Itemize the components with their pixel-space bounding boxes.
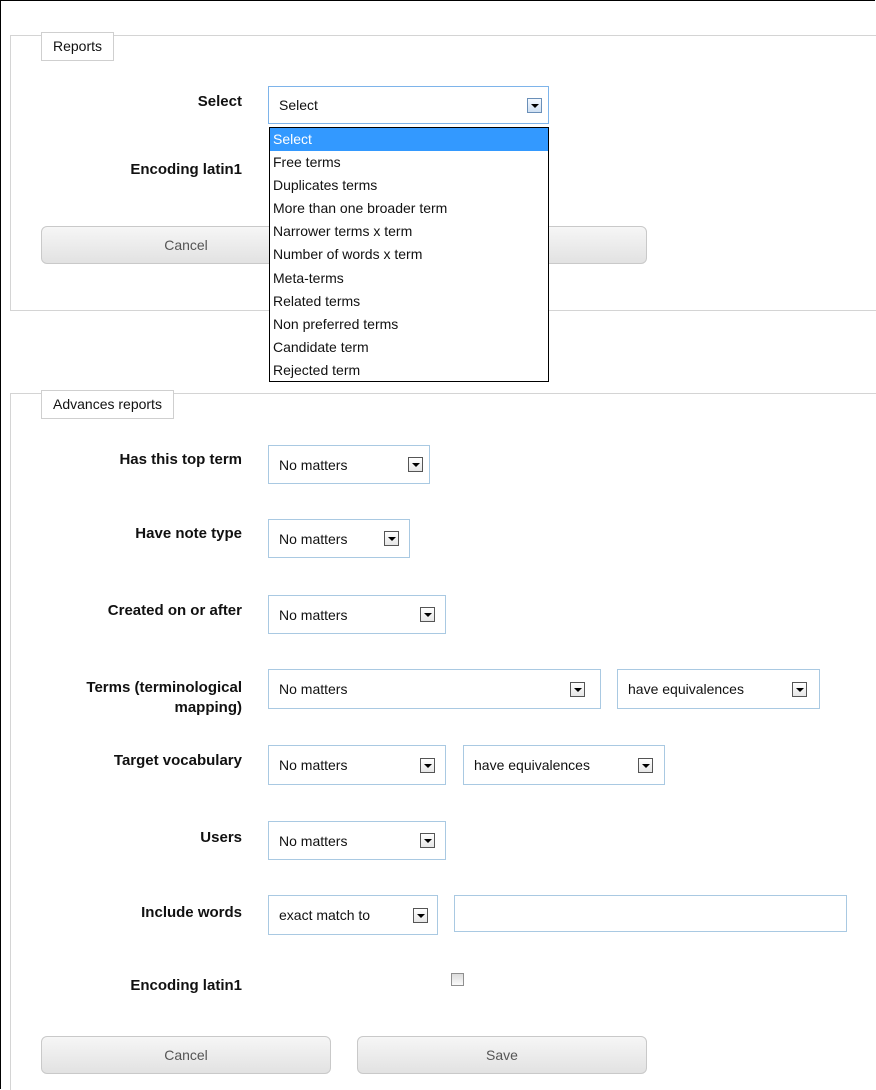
created-label: Created on or after <box>107 602 242 619</box>
target-vocab-equiv-select[interactable]: have equivalences <box>463 745 665 785</box>
dropdown-option[interactable]: Candidate term <box>270 336 548 359</box>
chevron-down-icon[interactable] <box>413 907 428 923</box>
top-term-label: Has this top term <box>119 451 242 468</box>
chevron-down-icon[interactable] <box>384 531 399 546</box>
users-select-value: No matters <box>279 832 348 849</box>
encoding-latin1-checkbox[interactable] <box>451 973 464 986</box>
dropdown-option[interactable]: Duplicates terms <box>270 174 548 197</box>
dropdown-option[interactable]: Free terms <box>270 151 548 174</box>
include-words-select-value: exact match to <box>279 907 371 923</box>
note-type-select[interactable]: No matters <box>268 519 410 558</box>
terms-mapping-equiv-select[interactable]: have equivalences <box>617 669 820 709</box>
top-term-select[interactable]: No matters <box>268 445 430 484</box>
terms-mapping-select[interactable]: No matters <box>268 669 601 709</box>
advanced-legend: Advances reports <box>41 390 174 419</box>
users-label: Users <box>200 829 242 846</box>
encoding-label: Encoding latin1 <box>130 161 242 178</box>
note-type-select-value: No matters <box>279 530 348 547</box>
created-select[interactable]: No matters <box>268 595 446 634</box>
chevron-down-icon[interactable] <box>570 681 585 697</box>
terms-mapping-select-value: No matters <box>279 681 348 697</box>
chevron-down-icon[interactable] <box>420 607 435 622</box>
dropdown-option[interactable]: Narrower terms x term <box>270 220 548 243</box>
chevron-down-icon[interactable] <box>527 97 542 113</box>
dropdown-option[interactable]: Non preferred terms <box>270 313 548 336</box>
users-select[interactable]: No matters <box>268 821 446 860</box>
report-type-dropdown-list[interactable]: Select Free terms Duplicates terms More … <box>269 127 549 382</box>
include-words-select[interactable]: exact match to <box>268 895 438 935</box>
dropdown-option[interactable]: More than one broader term <box>270 197 548 220</box>
terms-mapping-equiv-value: have equivalences <box>628 681 744 697</box>
save-button[interactable]: Save <box>357 1036 647 1074</box>
target-vocab-select[interactable]: No matters <box>268 745 446 785</box>
report-type-select-value: Select <box>279 97 318 113</box>
dropdown-option[interactable]: Select <box>270 128 548 152</box>
terms-mapping-label: Terms (terminological mapping) <box>86 679 242 716</box>
include-words-label: Include words <box>141 904 242 921</box>
dropdown-option[interactable]: Related terms <box>270 290 548 313</box>
dropdown-option[interactable]: Number of words x term <box>270 243 548 266</box>
target-vocab-equiv-value: have equivalences <box>474 757 590 773</box>
target-vocab-select-value: No matters <box>279 757 348 773</box>
reports-fieldset-left <box>10 35 11 311</box>
chevron-down-icon[interactable] <box>638 757 653 773</box>
cancel-button[interactable]: Cancel <box>41 1036 331 1074</box>
top-term-select-value: No matters <box>279 456 348 473</box>
dropdown-option[interactable]: Meta-terms <box>270 267 548 290</box>
chevron-down-icon[interactable] <box>408 457 423 472</box>
report-type-select[interactable]: Select <box>268 86 549 124</box>
target-vocab-label: Target vocabulary <box>113 752 242 769</box>
advanced-fieldset-left <box>10 393 11 1090</box>
dropdown-option[interactable]: Rejected term <box>270 359 548 382</box>
encoding-latin1-label: Encoding latin1 <box>130 977 242 994</box>
chevron-down-icon[interactable] <box>792 681 807 697</box>
created-select-value: No matters <box>279 606 348 623</box>
reports-legend: Reports <box>41 32 115 61</box>
note-type-label: Have note type <box>135 525 242 542</box>
chevron-down-icon[interactable] <box>420 757 435 773</box>
chevron-down-icon[interactable] <box>420 833 435 848</box>
reports-fieldset-border <box>10 35 876 36</box>
select-label: Select <box>197 93 242 110</box>
include-words-input[interactable] <box>454 895 847 932</box>
